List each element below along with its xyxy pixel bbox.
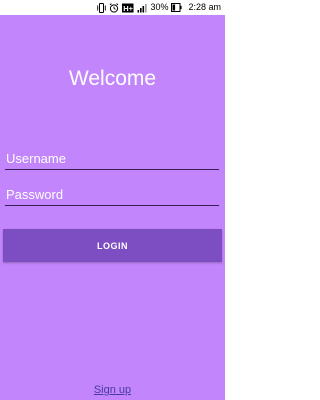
clock: 2:28 am xyxy=(188,2,221,12)
login-screen: Welcome LOGIN Sign up xyxy=(0,15,225,400)
signup-link[interactable]: Sign up xyxy=(0,384,225,396)
signal-icon xyxy=(137,3,148,13)
status-icons: H+ 30% 2:28 am xyxy=(97,2,221,13)
username-field[interactable] xyxy=(5,148,220,170)
password-field[interactable] xyxy=(5,184,220,206)
h-plus-icon: H+ xyxy=(122,3,134,13)
battery-icon xyxy=(171,3,183,12)
password-input[interactable] xyxy=(5,184,220,204)
alarm-icon xyxy=(109,2,119,13)
svg-text:H+: H+ xyxy=(124,4,134,13)
username-input[interactable] xyxy=(5,148,220,168)
vibrate-icon xyxy=(97,2,107,13)
status-bar: H+ 30% 2:28 am xyxy=(0,0,225,15)
login-button[interactable]: LOGIN xyxy=(3,229,222,262)
page-title: Welcome xyxy=(68,67,157,90)
battery-percent: 30% xyxy=(150,2,169,12)
